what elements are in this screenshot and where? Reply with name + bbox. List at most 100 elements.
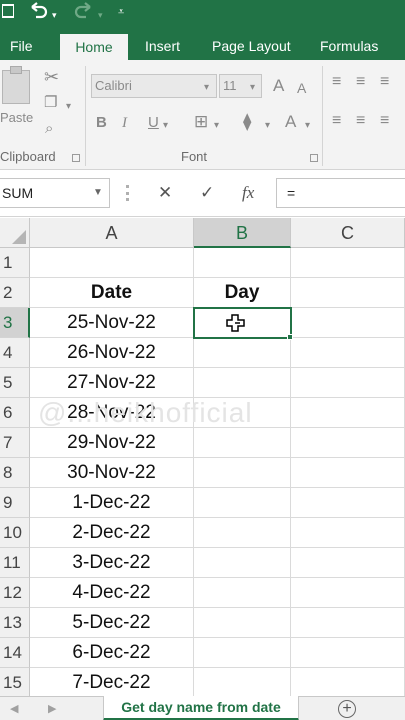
fill-color-dropdown-icon[interactable]: ▾ xyxy=(265,117,270,135)
row-header[interactable]: 13 xyxy=(0,608,30,638)
cell-c14[interactable] xyxy=(291,638,405,668)
undo-icon[interactable] xyxy=(28,0,48,32)
row-header[interactable]: 5 xyxy=(0,368,30,398)
cell-b1[interactable] xyxy=(194,248,291,278)
cell-b11[interactable] xyxy=(194,548,291,578)
spreadsheet-grid[interactable]: A B C 1 2 Date Day 3 25-Nov-22 4 26-Nov-22 5 27-N… xyxy=(0,218,405,696)
enter-icon[interactable]: ✓ xyxy=(200,178,214,208)
cell-b15[interactable] xyxy=(194,668,291,696)
select-all-corner[interactable] xyxy=(0,218,30,248)
customize-quick-access-icon[interactable]: ⩡ xyxy=(118,6,124,19)
add-sheet-icon[interactable]: + xyxy=(338,700,356,718)
tab-file[interactable]: File xyxy=(10,32,33,60)
formula-bar-grip[interactable] xyxy=(126,185,129,201)
paste-button[interactable]: Paste xyxy=(0,66,38,136)
cell-a7[interactable]: 29-Nov-22 xyxy=(30,428,194,458)
cell-b10[interactable] xyxy=(194,518,291,548)
cell-c1[interactable] xyxy=(291,248,405,278)
cell-c10[interactable] xyxy=(291,518,405,548)
fill-handle[interactable] xyxy=(287,334,293,340)
tab-home[interactable]: Home xyxy=(60,34,128,60)
copy-dropdown-icon[interactable]: ▾ xyxy=(66,98,71,116)
cell-b14[interactable] xyxy=(194,638,291,668)
save-icon[interactable] xyxy=(1,0,15,32)
cell-b12[interactable] xyxy=(194,578,291,608)
font-color-dropdown-icon[interactable]: ▾ xyxy=(305,117,310,135)
row-header[interactable]: 15 xyxy=(0,668,30,696)
cell-b8[interactable] xyxy=(194,458,291,488)
cell-c8[interactable] xyxy=(291,458,405,488)
grow-font-icon[interactable]: A xyxy=(273,77,284,95)
align-right-icon[interactable]: ≡ xyxy=(380,112,389,130)
cell-b9[interactable] xyxy=(194,488,291,518)
row-header[interactable]: 3 xyxy=(0,308,30,338)
row-header[interactable]: 8 xyxy=(0,458,30,488)
cell-b4[interactable] xyxy=(194,338,291,368)
insert-function-icon[interactable]: fx xyxy=(242,178,254,208)
cell-a14[interactable]: 6-Dec-22 xyxy=(30,638,194,668)
underline-dropdown-icon[interactable]: ▾ xyxy=(163,117,168,135)
row-header[interactable]: 2 xyxy=(0,278,30,308)
bold-button[interactable]: B xyxy=(96,114,107,132)
cell-c6[interactable] xyxy=(291,398,405,428)
row-header[interactable]: 14 xyxy=(0,638,30,668)
row-header[interactable]: 7 xyxy=(0,428,30,458)
copy-icon[interactable]: ❐ xyxy=(44,94,57,112)
cell-c15[interactable] xyxy=(291,668,405,696)
cell-b13[interactable] xyxy=(194,608,291,638)
font-launcher-icon[interactable] xyxy=(310,154,318,162)
undo-dropdown-icon[interactable]: ▾ xyxy=(52,10,57,21)
tab-insert[interactable]: Insert xyxy=(145,32,180,60)
cancel-icon[interactable]: ✕ xyxy=(158,178,172,208)
font-name-box[interactable]: Calibri xyxy=(91,74,217,98)
column-header-c[interactable]: C xyxy=(291,218,405,248)
cell-a2[interactable]: Date xyxy=(30,278,194,308)
sheet-next-icon[interactable]: ▶ xyxy=(48,697,56,720)
align-left-icon[interactable]: ≡ xyxy=(332,112,341,130)
shrink-font-icon[interactable]: A xyxy=(297,79,306,97)
cell-c3[interactable] xyxy=(291,308,405,338)
row-header[interactable]: 4 xyxy=(0,338,30,368)
font-color-icon[interactable]: A xyxy=(285,113,296,131)
cut-icon[interactable]: ✂ xyxy=(44,68,59,86)
cell-c13[interactable] xyxy=(291,608,405,638)
underline-button[interactable]: U xyxy=(148,114,159,132)
align-top-icon[interactable]: ≡ xyxy=(332,73,341,91)
formula-input[interactable]: = xyxy=(276,178,405,208)
cell-a12[interactable]: 4-Dec-22 xyxy=(30,578,194,608)
row-header[interactable]: 10 xyxy=(0,518,30,548)
cell-c2[interactable] xyxy=(291,278,405,308)
borders-icon[interactable]: ⊞ xyxy=(194,113,208,131)
cell-a1[interactable] xyxy=(30,248,194,278)
cell-c4[interactable] xyxy=(291,338,405,368)
cell-a9[interactable]: 1-Dec-22 xyxy=(30,488,194,518)
font-name-dropdown-icon[interactable]: ▾ xyxy=(204,79,209,97)
clipboard-launcher-icon[interactable] xyxy=(72,154,80,162)
sheet-tab-active[interactable]: Get day name from date xyxy=(103,696,299,720)
row-header[interactable]: 9 xyxy=(0,488,30,518)
column-header-a[interactable]: A xyxy=(30,218,194,248)
align-center-icon[interactable]: ≡ xyxy=(356,112,365,130)
format-painter-icon[interactable]: ⌕ xyxy=(45,120,53,138)
borders-dropdown-icon[interactable]: ▾ xyxy=(214,117,219,135)
cell-a11[interactable]: 3-Dec-22 xyxy=(30,548,194,578)
cell-a5[interactable]: 27-Nov-22 xyxy=(30,368,194,398)
fill-color-icon[interactable]: ⧫ xyxy=(243,113,251,131)
cell-b7[interactable] xyxy=(194,428,291,458)
cell-c9[interactable] xyxy=(291,488,405,518)
font-size-box[interactable]: 11 xyxy=(219,74,262,98)
cell-b2[interactable]: Day xyxy=(194,278,291,308)
row-header[interactable]: 11 xyxy=(0,548,30,578)
row-header[interactable]: 1 xyxy=(0,248,30,278)
cell-a15[interactable]: 7-Dec-22 xyxy=(30,668,194,696)
name-box-dropdown-icon[interactable]: ▼ xyxy=(93,178,103,208)
sheet-prev-icon[interactable]: ◀ xyxy=(10,697,18,720)
tab-formulas[interactable]: Formulas xyxy=(320,32,378,60)
cell-a4[interactable]: 26-Nov-22 xyxy=(30,338,194,368)
cell-c5[interactable] xyxy=(291,368,405,398)
align-bottom-icon[interactable]: ≡ xyxy=(380,73,389,91)
row-header[interactable]: 12 xyxy=(0,578,30,608)
row-header[interactable]: 6 xyxy=(0,398,30,428)
cell-c7[interactable] xyxy=(291,428,405,458)
cell-a3[interactable]: 25-Nov-22 xyxy=(30,308,194,338)
